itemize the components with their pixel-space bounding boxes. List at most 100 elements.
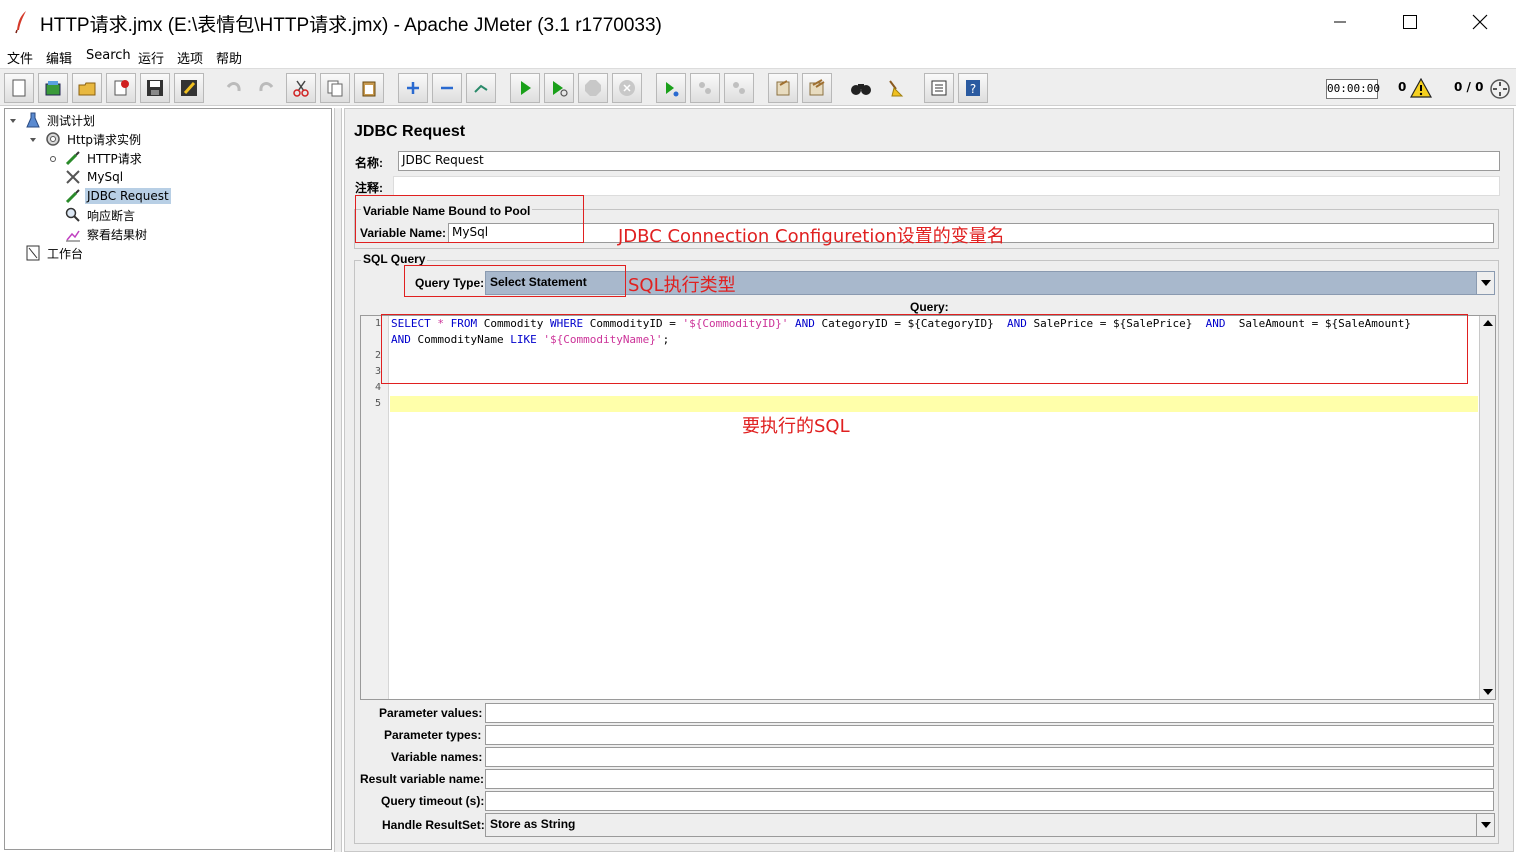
query-timeout-field[interactable]: [485, 791, 1494, 811]
query-type-highlight-box: [404, 265, 626, 297]
chevron-down-icon: [1480, 822, 1491, 828]
warning-icon[interactable]: [1410, 78, 1432, 98]
toggle-icon: [474, 84, 488, 93]
name-field[interactable]: JDBC Request: [398, 151, 1500, 171]
stop-icon: [585, 80, 601, 96]
close-file-button[interactable]: [106, 73, 136, 103]
stop-button[interactable]: [578, 73, 608, 103]
wrench-icon: [65, 169, 81, 185]
scroll-up-icon[interactable]: [1483, 320, 1493, 326]
templates-button[interactable]: [38, 73, 68, 103]
clear-icon: [776, 80, 790, 96]
window-title: HTTP请求.jmx (E:\表情包\HTTP请求.jmx) - Apache …: [40, 15, 662, 36]
tree-item-test-plan[interactable]: 测试计划: [25, 111, 97, 129]
parameter-values-field[interactable]: [485, 703, 1494, 723]
new-icon: [12, 79, 26, 97]
remote-stop-all-button[interactable]: [690, 73, 720, 103]
save-button[interactable]: [140, 73, 170, 103]
shutdown-button[interactable]: [612, 73, 642, 103]
start-no-pause-button[interactable]: [544, 73, 574, 103]
variable-name-annotation: JDBC Connection Configuretion设置的变量名: [618, 226, 1005, 247]
remote-status-icon: [1490, 79, 1510, 99]
paste-button[interactable]: [354, 73, 384, 103]
remote-shutdown-icon: [733, 82, 745, 94]
expand-all-button[interactable]: [398, 73, 428, 103]
search-button[interactable]: [846, 73, 876, 103]
menu-options[interactable]: 选项: [177, 48, 203, 67]
undo-button[interactable]: [218, 73, 248, 103]
svg-text:?: ?: [970, 82, 976, 96]
tree-item-mysql[interactable]: MySql: [65, 168, 125, 186]
sql-group-title: SQL Query: [361, 252, 428, 266]
handle-resultset-select[interactable]: Store as String: [485, 813, 1495, 837]
minimize-icon: [1334, 21, 1346, 23]
shutdown-icon: [619, 80, 635, 96]
sql-highlight-box: [381, 314, 1468, 384]
help-icon: ?: [966, 80, 980, 96]
tree-item-view-results-tree[interactable]: 察看结果树: [65, 225, 149, 243]
menu-edit[interactable]: 编辑: [46, 48, 72, 67]
templates-icon: [45, 81, 61, 96]
open-icon: [78, 82, 96, 96]
redo-button[interactable]: [252, 73, 282, 103]
tree-item-workbench[interactable]: 工作台: [25, 244, 85, 262]
close-file-icon: [114, 80, 129, 96]
function-helper-button[interactable]: [924, 73, 954, 103]
parameter-types-label: Parameter types:: [384, 728, 482, 742]
cut-button[interactable]: [286, 73, 316, 103]
expand-toggle-icon[interactable]: [29, 136, 37, 144]
close-window-button[interactable]: [1460, 8, 1500, 36]
query-timeout-label: Query timeout (s):: [381, 794, 485, 808]
menu-search[interactable]: Search: [86, 48, 131, 63]
query-label: Query:: [910, 300, 949, 314]
minimize-button[interactable]: [1320, 8, 1360, 36]
tree-item-jdbc-request[interactable]: JDBC Request: [65, 187, 171, 205]
remote-start-all-button[interactable]: [656, 73, 686, 103]
collapse-all-button[interactable]: [432, 73, 462, 103]
save-as-button[interactable]: [174, 73, 204, 103]
test-plan-icon: [25, 112, 41, 128]
comment-field[interactable]: [393, 176, 1500, 196]
maximize-button[interactable]: [1390, 8, 1430, 36]
variable-names-field[interactable]: [485, 747, 1494, 767]
save-as-icon: [181, 80, 197, 96]
help-button[interactable]: ?: [958, 73, 988, 103]
toolbar: ? 00:00:00 0 0 / 0: [0, 68, 1516, 106]
parameter-values-label: Parameter values:: [379, 706, 483, 720]
remote-shutdown-all-button[interactable]: [724, 73, 754, 103]
menu-help[interactable]: 帮助: [216, 48, 242, 67]
split-pane-divider[interactable]: [334, 108, 342, 852]
clear-button[interactable]: [768, 73, 798, 103]
scroll-down-icon[interactable]: [1483, 689, 1493, 695]
tree-item-thread-group[interactable]: Http请求实例: [45, 130, 143, 148]
close-icon: [1472, 14, 1488, 30]
tree-item-response-assertion[interactable]: 响应断言: [65, 206, 137, 224]
copy-button[interactable]: [320, 73, 350, 103]
dropdown-arrow[interactable]: [1476, 814, 1494, 836]
reset-search-button[interactable]: [880, 73, 910, 103]
collapse-toggle-icon[interactable]: [49, 155, 57, 163]
redo-icon: [259, 82, 274, 92]
parameter-types-field[interactable]: [485, 725, 1494, 745]
toggle-button[interactable]: [466, 73, 496, 103]
active-threads: 0 / 0: [1454, 80, 1484, 94]
editor-scrollbar[interactable]: [1479, 316, 1495, 699]
tree-item-http-request[interactable]: HTTP请求: [65, 149, 144, 167]
workbench-icon: [25, 245, 41, 261]
maximize-icon: [1403, 15, 1417, 29]
start-button[interactable]: [510, 73, 540, 103]
save-icon: [147, 80, 163, 96]
clear-all-button[interactable]: [802, 73, 832, 103]
undo-icon: [226, 82, 241, 92]
menu-run[interactable]: 运行: [138, 48, 164, 67]
expand-toggle-icon[interactable]: [9, 117, 17, 125]
error-count: 0: [1398, 80, 1407, 94]
menu-file[interactable]: 文件: [7, 48, 33, 67]
dropdown-arrow[interactable]: [1476, 272, 1494, 294]
open-button[interactable]: [72, 73, 102, 103]
cut-icon: [293, 80, 309, 97]
collapse-icon: [441, 86, 453, 90]
result-variable-name-field[interactable]: [485, 769, 1494, 789]
new-button[interactable]: [4, 73, 34, 103]
binoculars-icon: [851, 84, 871, 95]
